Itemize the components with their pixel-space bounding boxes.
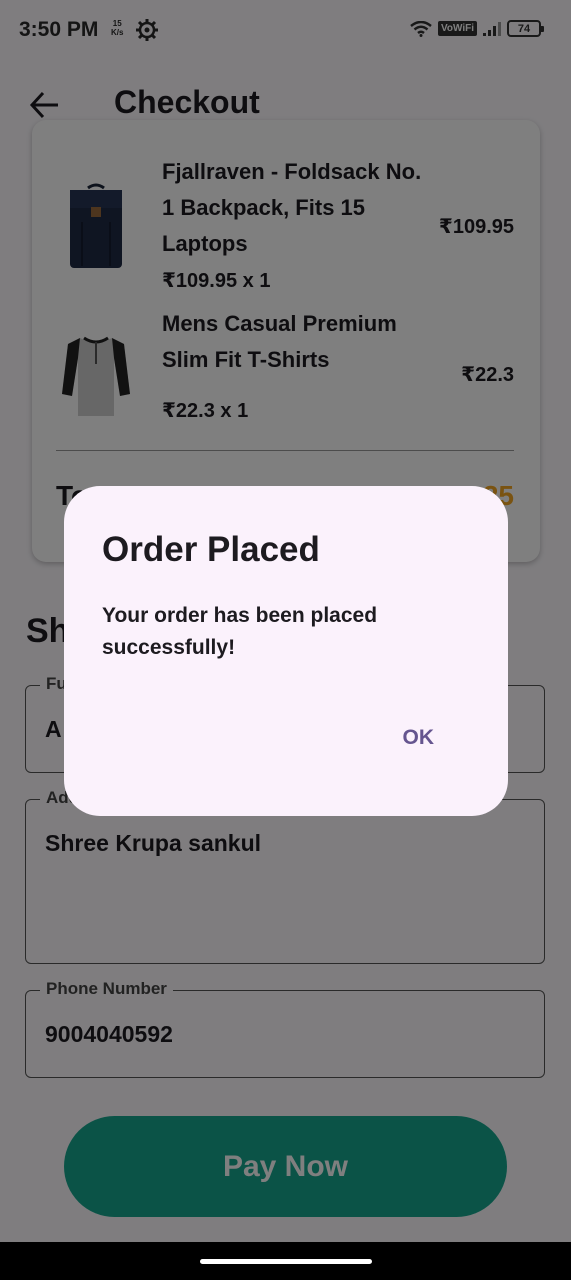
home-gesture-handle[interactable] [200,1259,372,1264]
order-placed-dialog: Order Placed Your order has been placed … [64,486,508,816]
dialog-message: Your order has been placed successfully! [102,604,378,659]
ok-button[interactable]: OK [403,726,435,750]
system-nav-bar [0,1242,571,1280]
dialog-title: Order Placed [102,530,320,569]
